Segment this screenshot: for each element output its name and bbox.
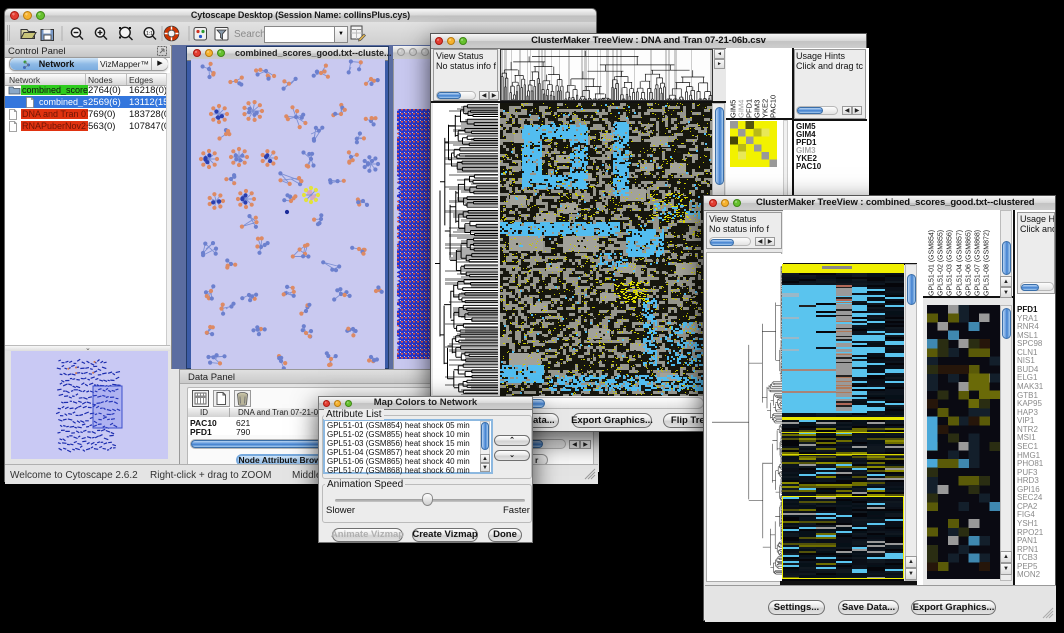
svg-text:1:1: 1:1	[146, 31, 153, 37]
